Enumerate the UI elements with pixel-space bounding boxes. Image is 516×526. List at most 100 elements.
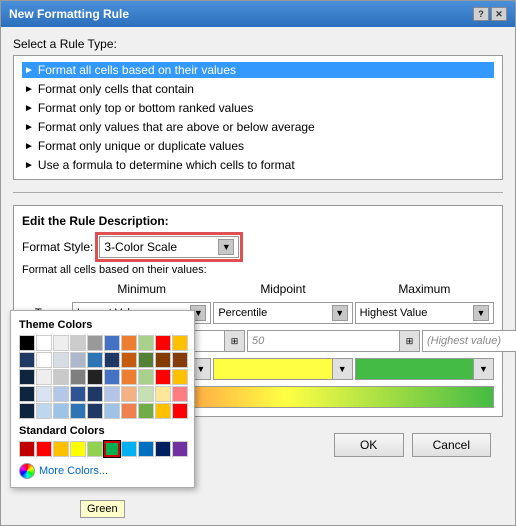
color-btn-2[interactable]: ▼ — [473, 359, 493, 379]
color-btn-1[interactable]: ▼ — [332, 359, 352, 379]
standard-color-6[interactable] — [121, 441, 137, 457]
color-cell-2[interactable]: ▼ — [355, 358, 494, 380]
theme-color-18[interactable] — [155, 352, 171, 368]
theme-color-17[interactable] — [138, 352, 154, 368]
ok-button[interactable]: OK — [334, 433, 404, 457]
standard-color-grid — [19, 441, 186, 457]
theme-color-27[interactable] — [138, 369, 154, 385]
theme-color-44[interactable] — [87, 403, 103, 419]
theme-color-7[interactable] — [138, 335, 154, 351]
theme-color-46[interactable] — [121, 403, 137, 419]
standard-color-3[interactable] — [70, 441, 86, 457]
theme-color-36[interactable] — [121, 386, 137, 402]
col-header-2: Maximum — [355, 282, 494, 296]
cancel-button[interactable]: Cancel — [412, 433, 491, 457]
theme-color-33[interactable] — [70, 386, 86, 402]
format-style-arrow: ▼ — [218, 239, 234, 255]
value-icon-btn-0[interactable]: ⊞ — [224, 331, 244, 351]
theme-color-38[interactable] — [155, 386, 171, 402]
theme-color-40[interactable] — [19, 403, 35, 419]
theme-color-11[interactable] — [36, 352, 52, 368]
theme-color-28[interactable] — [155, 369, 171, 385]
theme-color-20[interactable] — [19, 369, 35, 385]
theme-color-35[interactable] — [104, 386, 120, 402]
standard-color-2[interactable] — [53, 441, 69, 457]
value-field-2[interactable]: ⊞ — [422, 330, 516, 352]
theme-color-9[interactable] — [172, 335, 188, 351]
format-style-row: Format Style: 3-Color Scale ▼ — [22, 236, 494, 258]
rule-type-item-1[interactable]: ► Format only cells that contain — [22, 81, 494, 97]
theme-color-grid — [19, 335, 186, 419]
standard-color-0[interactable] — [19, 441, 35, 457]
type-dropdown-2[interactable]: Highest Value ▼ — [355, 302, 494, 324]
standard-color-9[interactable] — [172, 441, 188, 457]
theme-color-24[interactable] — [87, 369, 103, 385]
theme-color-4[interactable] — [87, 335, 103, 351]
color-swatch-1 — [214, 359, 331, 379]
theme-color-34[interactable] — [87, 386, 103, 402]
theme-color-31[interactable] — [36, 386, 52, 402]
value-input-1[interactable] — [248, 335, 399, 347]
value-field-1[interactable]: ⊞ — [247, 330, 420, 352]
rule-type-section: Select a Rule Type: ► Format all cells b… — [13, 37, 503, 180]
theme-color-5[interactable] — [104, 335, 120, 351]
theme-color-26[interactable] — [121, 369, 137, 385]
title-bar-buttons: ? ✕ — [473, 7, 507, 21]
theme-color-23[interactable] — [70, 369, 86, 385]
theme-color-1[interactable] — [36, 335, 52, 351]
type-dropdown-1[interactable]: Percentile ▼ — [213, 302, 352, 324]
edit-section-title: Edit the Rule Description: — [22, 214, 494, 228]
theme-color-22[interactable] — [53, 369, 69, 385]
type-arrow-1: ▼ — [332, 305, 348, 321]
theme-color-8[interactable] — [155, 335, 171, 351]
theme-color-39[interactable] — [172, 386, 188, 402]
rule-type-label: Select a Rule Type: — [13, 37, 503, 51]
standard-color-4[interactable] — [87, 441, 103, 457]
standard-color-1[interactable] — [36, 441, 52, 457]
more-colors-row[interactable]: More Colors... — [19, 463, 186, 479]
theme-color-25[interactable] — [104, 369, 120, 385]
rule-type-item-0[interactable]: ► Format all cells based on their values — [22, 62, 494, 78]
value-input-2[interactable] — [423, 335, 516, 347]
value-icon-btn-1[interactable]: ⊞ — [399, 331, 419, 351]
theme-color-30[interactable] — [19, 386, 35, 402]
theme-color-32[interactable] — [53, 386, 69, 402]
theme-color-15[interactable] — [104, 352, 120, 368]
help-button[interactable]: ? — [473, 7, 489, 21]
rule-type-item-4[interactable]: ► Format only unique or duplicate values — [22, 138, 494, 154]
theme-color-0[interactable] — [19, 335, 35, 351]
theme-color-29[interactable] — [172, 369, 188, 385]
theme-color-12[interactable] — [53, 352, 69, 368]
theme-color-6[interactable] — [121, 335, 137, 351]
col-header-0: Minimum — [72, 282, 211, 296]
theme-color-19[interactable] — [172, 352, 188, 368]
theme-color-3[interactable] — [70, 335, 86, 351]
color-picker-popup: Theme Colors Standard Colors More Colors… — [10, 310, 195, 488]
type-arrow-2: ▼ — [473, 305, 489, 321]
theme-color-48[interactable] — [155, 403, 171, 419]
theme-color-45[interactable] — [104, 403, 120, 419]
rule-type-item-3[interactable]: ► Format only values that are above or b… — [22, 119, 494, 135]
format-style-dropdown[interactable]: 3-Color Scale ▼ — [99, 236, 239, 258]
theme-color-43[interactable] — [70, 403, 86, 419]
theme-color-10[interactable] — [19, 352, 35, 368]
color-cell-1[interactable]: ▼ — [213, 358, 352, 380]
theme-color-13[interactable] — [70, 352, 86, 368]
standard-color-5[interactable] — [104, 441, 120, 457]
theme-color-14[interactable] — [87, 352, 103, 368]
theme-color-16[interactable] — [121, 352, 137, 368]
theme-color-42[interactable] — [53, 403, 69, 419]
theme-color-49[interactable] — [172, 403, 188, 419]
theme-color-37[interactable] — [138, 386, 154, 402]
close-button[interactable]: ✕ — [491, 7, 507, 21]
color-swatch-2 — [356, 359, 473, 379]
rule-type-item-5[interactable]: ► Use a formula to determine which cells… — [22, 157, 494, 173]
standard-color-7[interactable] — [138, 441, 154, 457]
theme-color-2[interactable] — [53, 335, 69, 351]
theme-color-41[interactable] — [36, 403, 52, 419]
theme-color-21[interactable] — [36, 369, 52, 385]
rule-type-item-2[interactable]: ► Format only top or bottom ranked value… — [22, 100, 494, 116]
standard-color-8[interactable] — [155, 441, 171, 457]
theme-color-47[interactable] — [138, 403, 154, 419]
column-headers: Minimum Midpoint Maximum — [22, 282, 494, 296]
